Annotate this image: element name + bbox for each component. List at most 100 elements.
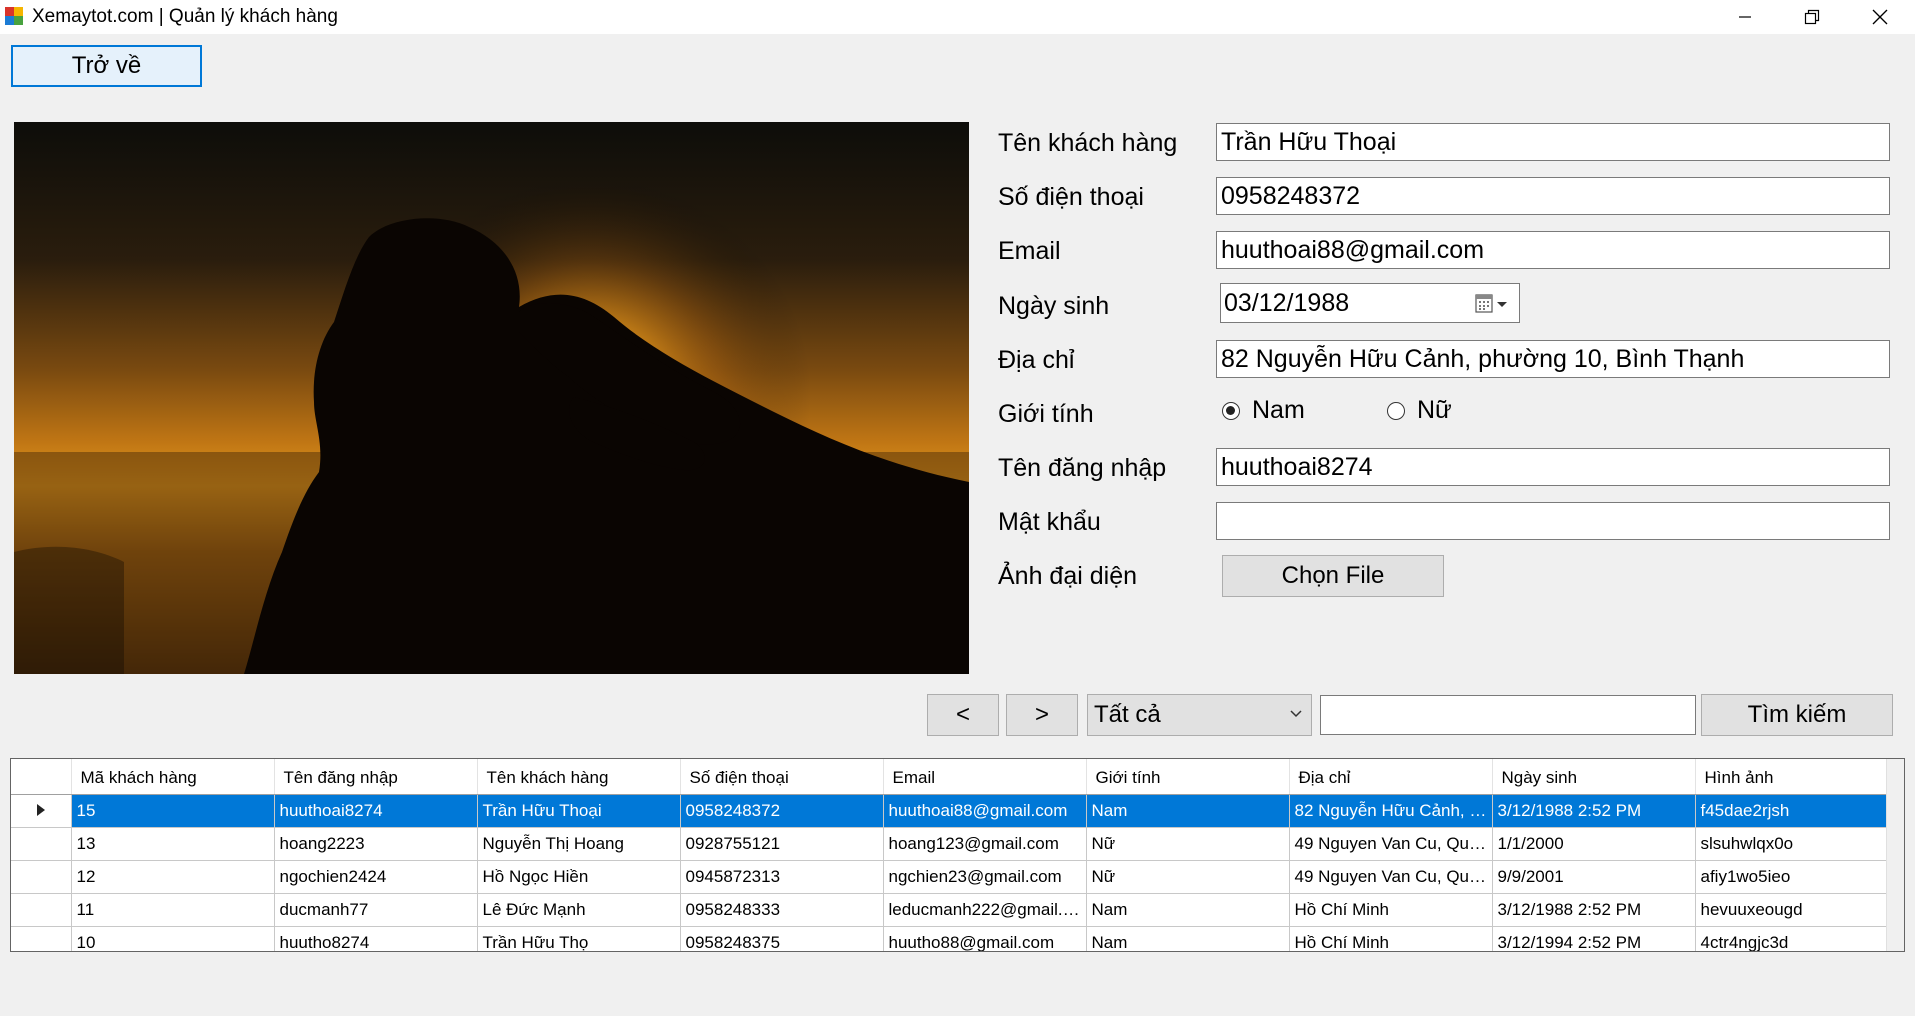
next-button[interactable]: > <box>1006 694 1078 736</box>
filter-select[interactable]: Tất cả <box>1087 694 1312 736</box>
header-row: Mã khách hàng Tên đăng nhập Tên khách hà… <box>11 759 1902 795</box>
gender-male-label: Nam <box>1252 396 1305 424</box>
table-cell[interactable]: 11 <box>71 893 275 927</box>
table-cell[interactable]: 0958248372 <box>680 794 884 828</box>
table-cell[interactable]: Hồ Chí Minh <box>1289 893 1493 927</box>
table-row[interactable]: 15 huuthoai8274 Trần Hữu Thoại 095824837… <box>11 794 1902 828</box>
choose-file-button[interactable]: Chọn File <box>1222 555 1444 597</box>
table-cell[interactable]: 15 <box>71 794 275 828</box>
table-row[interactable]: 13 hoang2223 Nguyễn Thị Hoang 0928755121… <box>11 827 1902 861</box>
customer-grid[interactable]: Mã khách hàng Tên đăng nhập Tên khách hà… <box>10 758 1905 952</box>
table-cell[interactable]: Lê Đức Mạnh <box>477 893 681 927</box>
table-cell[interactable]: slsuhwlqx0o <box>1695 827 1902 861</box>
table-cell[interactable]: leducmanh222@gmail.com <box>883 893 1087 927</box>
table-cell[interactable]: huutho88@gmail.com <box>883 926 1087 951</box>
table-row[interactable]: 11 ducmanh77 Lê Đức Mạnh 0958248333 ledu… <box>11 893 1902 927</box>
table-cell[interactable]: Nguyễn Thị Hoang <box>477 827 681 861</box>
column-header[interactable]: Hình ảnh <box>1695 759 1902 795</box>
table-cell[interactable]: Trần Hữu Thoại <box>477 794 681 828</box>
table-cell[interactable]: 49 Nguyen Van Cu, Qua... <box>1289 827 1493 861</box>
dob-date-picker[interactable]: 03/12/1988 <box>1220 283 1520 323</box>
table-cell[interactable]: Nam <box>1086 794 1290 828</box>
vertical-scrollbar[interactable] <box>1886 759 1904 951</box>
customer-name-field[interactable]: Trần Hữu Thoại <box>1216 123 1890 161</box>
table-cell[interactable]: 1/1/2000 <box>1492 827 1696 861</box>
table-cell[interactable]: Nữ <box>1086 860 1290 894</box>
title-bar: Xemaytot.com | Quản lý khách hàng <box>0 0 1915 34</box>
close-button[interactable] <box>1845 0 1915 34</box>
table-cell[interactable]: 9/9/2001 <box>1492 860 1696 894</box>
row-header[interactable] <box>11 893 72 927</box>
table-cell[interactable]: huuthoai8274 <box>274 794 478 828</box>
table-cell[interactable]: hoang123@gmail.com <box>883 827 1087 861</box>
phone-label: Số điện thoại <box>998 183 1144 211</box>
table-cell[interactable]: huutho8274 <box>274 926 478 951</box>
column-header[interactable]: Ngày sinh <box>1492 759 1696 795</box>
table-cell[interactable]: huuthoai88@gmail.com <box>883 794 1087 828</box>
table-cell[interactable]: 3/12/1994 2:52 PM <box>1492 926 1696 951</box>
calendar-icon[interactable] <box>1475 294 1509 314</box>
table-cell[interactable]: 4ctr4ngjc3d <box>1695 926 1902 951</box>
column-header[interactable]: Mã khách hàng <box>71 759 275 795</box>
radio-checked-icon <box>1222 401 1240 420</box>
app-icon <box>5 7 23 25</box>
table-row[interactable]: 12 ngochien2424 Hồ Ngọc Hiền 0945872313 … <box>11 860 1902 894</box>
phone-field[interactable]: 0958248372 <box>1216 177 1890 215</box>
username-label: Tên đăng nhập <box>998 454 1167 482</box>
back-button[interactable]: Trở về <box>11 45 202 87</box>
minimize-icon <box>1739 16 1751 18</box>
column-header[interactable]: Địa chỉ <box>1289 759 1493 795</box>
gender-female-radio[interactable]: Nữ <box>1387 396 1452 425</box>
prev-button[interactable]: < <box>927 694 999 736</box>
minimize-button[interactable] <box>1710 0 1780 34</box>
table-cell[interactable]: Hồ Chí Minh <box>1289 926 1493 951</box>
gender-male-radio[interactable]: Nam <box>1222 396 1305 425</box>
table-cell[interactable]: 3/12/1988 2:52 PM <box>1492 794 1696 828</box>
table-cell[interactable]: ngochien2424 <box>274 860 478 894</box>
table-cell[interactable]: Nam <box>1086 893 1290 927</box>
table-cell[interactable]: 0958248333 <box>680 893 884 927</box>
table-cell[interactable]: Hồ Ngọc Hiền <box>477 860 681 894</box>
column-header[interactable]: Tên đăng nhập <box>274 759 478 795</box>
table-cell[interactable]: f45dae2rjsh <box>1695 794 1902 828</box>
table-cell[interactable]: 0928755121 <box>680 827 884 861</box>
table-row[interactable]: 10 huutho8274 Trần Hữu Thọ 0958248375 hu… <box>11 926 1902 951</box>
gender-female-label: Nữ <box>1417 396 1452 424</box>
table-cell[interactable]: ngchien23@gmail.com <box>883 860 1087 894</box>
table-cell[interactable]: Trần Hữu Thọ <box>477 926 681 951</box>
restore-button[interactable] <box>1777 0 1847 34</box>
column-header[interactable]: Email <box>883 759 1087 795</box>
row-header[interactable] <box>11 926 72 951</box>
column-header[interactable]: Tên khách hàng <box>477 759 681 795</box>
table-cell[interactable]: 12 <box>71 860 275 894</box>
filter-value: Tất cả <box>1094 701 1161 728</box>
search-input[interactable] <box>1320 695 1696 735</box>
column-header[interactable]: Giới tính <box>1086 759 1290 795</box>
table-cell[interactable]: Nam <box>1086 926 1290 951</box>
column-header[interactable]: Số điện thoại <box>680 759 884 795</box>
table-cell[interactable]: 49 Nguyen Van Cu, Qua... <box>1289 860 1493 894</box>
address-label: Địa chỉ <box>998 346 1075 374</box>
table-cell[interactable]: afiy1wo5ieo <box>1695 860 1902 894</box>
table-cell[interactable]: 82 Nguyễn Hữu Cảnh, p... <box>1289 794 1493 828</box>
table-cell[interactable]: hevuuxeougd <box>1695 893 1902 927</box>
row-header[interactable] <box>11 860 72 894</box>
table-cell[interactable]: 0945872313 <box>680 860 884 894</box>
table-cell[interactable]: 3/12/1988 2:52 PM <box>1492 893 1696 927</box>
table-cell[interactable]: 0958248375 <box>680 926 884 951</box>
password-field[interactable] <box>1216 502 1890 540</box>
customer-table: Mã khách hàng Tên đăng nhập Tên khách hà… <box>11 759 1902 951</box>
table-cell[interactable]: ducmanh77 <box>274 893 478 927</box>
row-header[interactable] <box>11 794 72 828</box>
password-label: Mật khẩu <box>998 508 1101 536</box>
table-cell[interactable]: hoang2223 <box>274 827 478 861</box>
email-field[interactable]: huuthoai88@gmail.com <box>1216 231 1890 269</box>
table-cell[interactable]: 13 <box>71 827 275 861</box>
row-header[interactable] <box>11 827 72 861</box>
search-button[interactable]: Tìm kiếm <box>1701 694 1893 736</box>
table-cell[interactable]: 10 <box>71 926 275 951</box>
address-field[interactable]: 82 Nguyễn Hữu Cảnh, phường 10, Bình Thạn… <box>1216 340 1890 378</box>
username-field[interactable]: huuthoai8274 <box>1216 448 1890 486</box>
window-title: Xemaytot.com | Quản lý khách hàng <box>32 6 338 27</box>
table-cell[interactable]: Nữ <box>1086 827 1290 861</box>
